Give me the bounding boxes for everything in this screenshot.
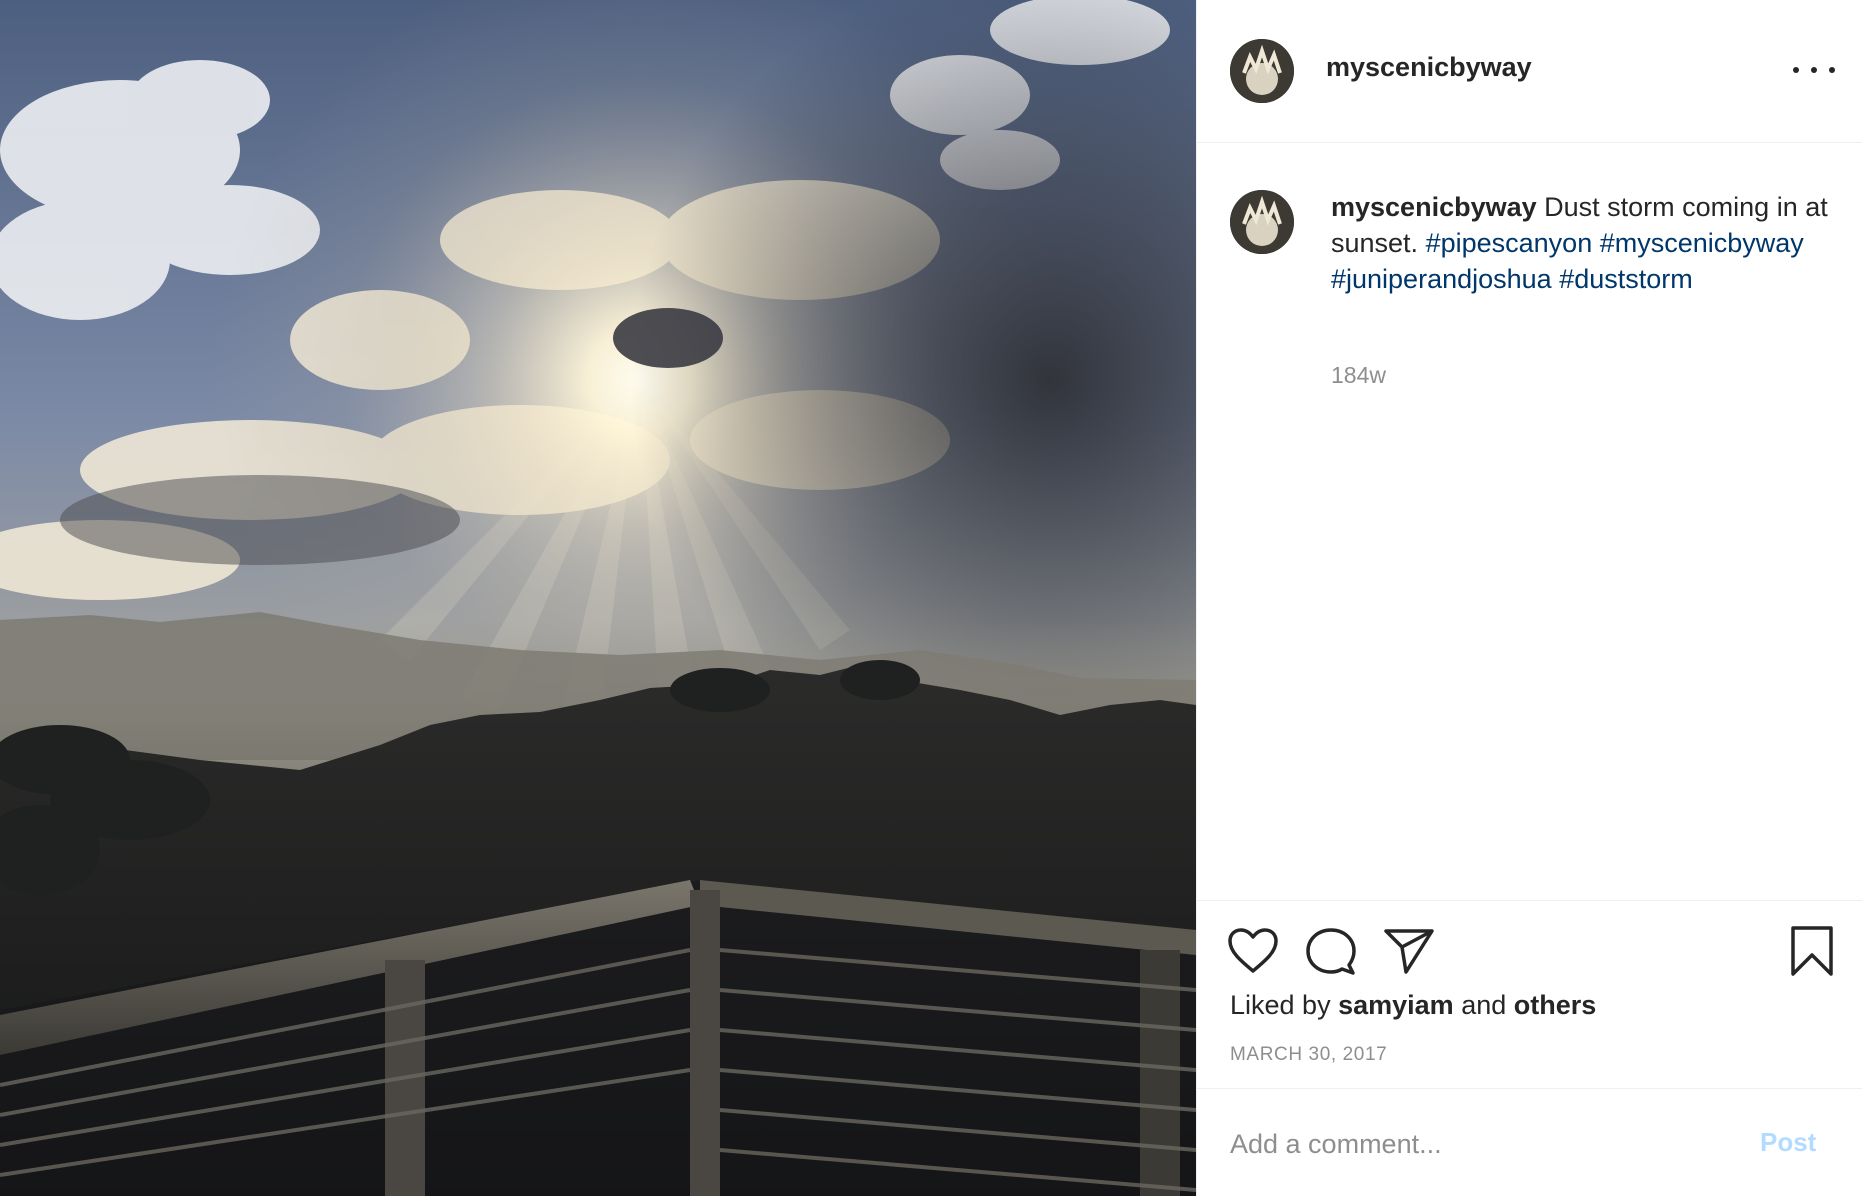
likes-summary: Liked by samyiam and others	[1230, 990, 1596, 1021]
more-dot	[1793, 67, 1799, 73]
more-options-icon[interactable]	[1793, 56, 1835, 84]
avatar-image	[1230, 190, 1294, 254]
avatar-image	[1230, 39, 1294, 103]
hashtag-link[interactable]: #juniperandjoshua	[1331, 264, 1552, 294]
caption-avatar[interactable]	[1230, 190, 1294, 254]
comment-input[interactable]	[1230, 1119, 1730, 1169]
likes-joiner: and	[1461, 990, 1507, 1020]
post-header: myscenicbyway	[1197, 0, 1862, 143]
likes-prefix: Liked by	[1230, 990, 1331, 1020]
caption-text: myscenicbyway Dust storm coming in at su…	[1331, 189, 1841, 297]
post-age[interactable]: 184w	[1331, 362, 1386, 389]
hashtag-link[interactable]: #myscenicbyway	[1600, 228, 1804, 258]
comment-form: Post	[1197, 1089, 1862, 1196]
post-photo[interactable]	[0, 0, 1196, 1196]
bookmark-icon[interactable]	[1790, 925, 1834, 977]
heart-icon[interactable]	[1227, 927, 1279, 975]
hashtag-link[interactable]: #duststorm	[1559, 264, 1693, 294]
liker-username[interactable]: samyiam	[1338, 990, 1454, 1020]
avatar[interactable]	[1230, 39, 1294, 103]
desert-sunset-photo	[0, 0, 1196, 1196]
post-side-panel: myscenicbyway myscenicbyway Dust storm c…	[1196, 0, 1862, 1196]
header-username[interactable]: myscenicbyway	[1326, 52, 1532, 83]
post-date[interactable]: MARCH 30, 2017	[1230, 1044, 1387, 1066]
hashtag-link[interactable]: #pipescanyon	[1426, 228, 1593, 258]
comment-bubble-icon[interactable]	[1305, 927, 1357, 977]
post-comment-button[interactable]: Post	[1760, 1127, 1816, 1158]
caption-section: myscenicbyway Dust storm coming in at su…	[1197, 143, 1862, 900]
likes-others-link[interactable]: others	[1514, 990, 1597, 1020]
actions-section: Liked by samyiam and others MARCH 30, 20…	[1197, 900, 1862, 1089]
more-dot	[1829, 67, 1835, 73]
instagram-post: myscenicbyway myscenicbyway Dust storm c…	[0, 0, 1862, 1196]
paper-plane-icon[interactable]	[1383, 927, 1435, 975]
caption-username[interactable]: myscenicbyway	[1331, 192, 1537, 222]
more-dot	[1811, 67, 1817, 73]
